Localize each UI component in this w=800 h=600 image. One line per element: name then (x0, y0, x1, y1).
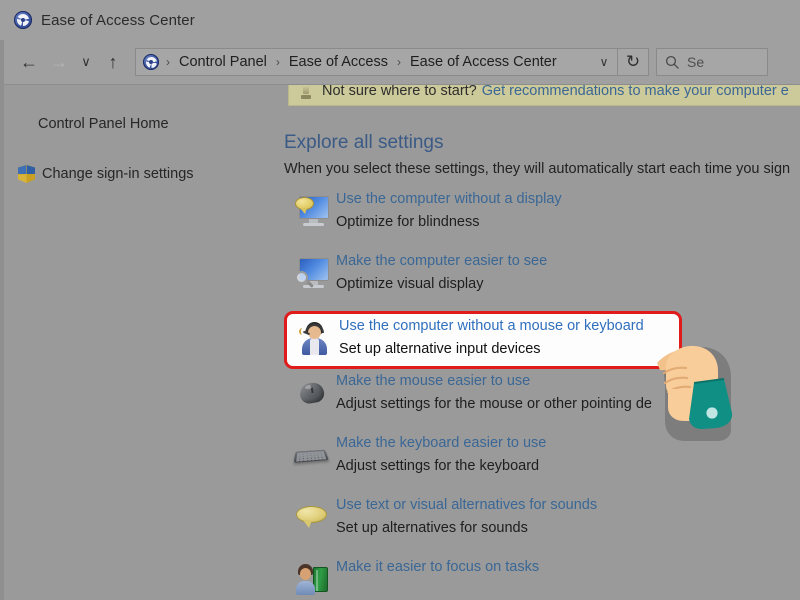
setting-item-description: Set up alternative input devices (339, 341, 644, 357)
window-root: Ease of Access Center ← → ∨ ↑ › Control … (0, 0, 800, 600)
sidebar-item-label: Change sign-in settings (42, 166, 194, 182)
pointing-hand-cursor (650, 333, 746, 437)
setting-item-link[interactable]: Make the keyboard easier to use (336, 435, 546, 451)
title-bar: Ease of Access Center (0, 0, 800, 40)
sidebar-item-change-sign-in-settings[interactable]: Change sign-in settings (4, 161, 280, 187)
setting-item-link[interactable]: Make it easier to focus on tasks (336, 559, 539, 575)
setting-item-use-without-display[interactable]: Use the computer without a display Optim… (280, 187, 800, 249)
breadcrumb: › Control Panel › Ease of Access › Ease … (143, 54, 591, 70)
setting-item-link[interactable]: Make the computer easier to see (336, 253, 547, 269)
recommendations-infobar[interactable]: Not sure where to start? Get recommendat… (288, 85, 800, 106)
page-title: Explore all settings (284, 132, 443, 154)
up-button[interactable]: ↑ (98, 46, 128, 78)
search-icon (657, 55, 687, 70)
setting-item-description: Optimize for blindness (336, 214, 562, 230)
refresh-button[interactable]: ↻ (618, 49, 648, 75)
recent-locations-chevron-icon[interactable]: ∨ (74, 46, 98, 78)
breadcrumb-ease-of-access-icon[interactable] (143, 54, 159, 70)
mouse-icon (288, 369, 336, 415)
infobar-text: Not sure where to start? (322, 85, 477, 99)
back-button[interactable]: ← (14, 46, 44, 78)
sidebar-item-label: Control Panel Home (38, 116, 169, 132)
search-box[interactable]: Se (656, 48, 768, 76)
sidebar-item-control-panel-home[interactable]: Control Panel Home (4, 111, 280, 137)
shield-icon (18, 165, 35, 183)
breadcrumb-item-control-panel[interactable]: Control Panel (177, 54, 269, 70)
address-bar[interactable]: › Control Panel › Ease of Access › Ease … (135, 48, 649, 76)
person-headset-icon (291, 314, 339, 360)
info-icon (299, 85, 313, 99)
setting-item-link[interactable]: Use text or visual alternatives for soun… (336, 497, 597, 513)
sidebar: Control Panel Home Change sign-in settin… (4, 85, 280, 600)
person-book-icon (288, 555, 336, 600)
breadcrumb-item-ease-of-access-center[interactable]: Ease of Access Center (408, 54, 559, 70)
setting-item-description: Set up alternatives for sounds (336, 520, 597, 536)
setting-item-description: Optimize visual display (336, 276, 547, 292)
setting-item-text-visual-alternatives[interactable]: Use text or visual alternatives for soun… (280, 493, 800, 555)
setting-item-description: Adjust settings for the keyboard (336, 458, 546, 474)
page-subtitle: When you select these settings, they wil… (284, 161, 790, 177)
setting-item-link[interactable]: Use the computer without a display (336, 191, 562, 207)
breadcrumb-separator-icon: › (269, 55, 287, 69)
infobar-link[interactable]: Get recommendations to make your compute… (482, 85, 789, 99)
window-title: Ease of Access Center (41, 12, 195, 29)
setting-item-description: Adjust settings for the mouse or other p… (336, 396, 652, 412)
search-input[interactable]: Se (687, 54, 704, 70)
forward-button[interactable]: → (44, 46, 74, 78)
speech-bubble-icon (288, 493, 336, 539)
setting-item-link[interactable]: Use the computer without a mouse or keyb… (339, 318, 644, 334)
breadcrumb-separator-icon: › (159, 55, 177, 69)
setting-item-link[interactable]: Make the mouse easier to use (336, 373, 652, 389)
setting-item-without-mouse-or-keyboard[interactable]: Use the computer without a mouse or keyb… (284, 311, 682, 369)
setting-item-easier-to-see[interactable]: Make the computer easier to see Optimize… (280, 249, 800, 311)
setting-item-focus-on-tasks[interactable]: Make it easier to focus on tasks (280, 555, 800, 600)
monitor-magnifier-icon (288, 249, 336, 295)
breadcrumb-item-ease-of-access[interactable]: Ease of Access (287, 54, 390, 70)
monitor-speech-icon (288, 187, 336, 233)
navigation-toolbar: ← → ∨ ↑ › Control Panel › Ease of Access… (4, 40, 800, 84)
breadcrumb-separator-icon: › (390, 55, 408, 69)
keyboard-icon (288, 431, 336, 477)
address-dropdown-chevron-icon[interactable]: ∨ (591, 49, 617, 75)
ease-of-access-icon (14, 11, 32, 29)
